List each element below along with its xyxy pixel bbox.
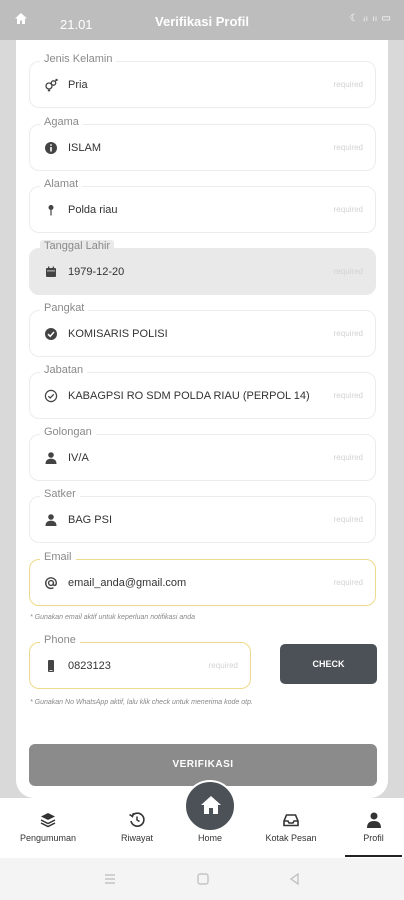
nav-item-history[interactable]: Riwayat: [105, 798, 169, 858]
location-pin-icon: [48, 205, 54, 216]
address-field[interactable]: Alamat Polda riau required: [29, 178, 376, 233]
email-hint: * Gunakan email aktif untuk keperluan no…: [30, 614, 195, 621]
nav-label: Home: [197, 833, 222, 843]
nav-label: Kotak Pesan: [265, 833, 317, 843]
religion-value: ISLAM: [68, 142, 102, 154]
status-bar: 21.01 Verifikasi Profil ☾ ᵢₗ ₗₗ ▭: [0, 0, 404, 40]
check-outline-icon: [44, 389, 58, 403]
active-tab-indicator: [345, 855, 402, 857]
email-field[interactable]: Email email_anda@gmail.com required: [29, 551, 376, 606]
person-icon: [45, 514, 57, 526]
nav-item-announcements[interactable]: Pengumuman: [10, 798, 86, 858]
gender-value: Pria: [68, 79, 88, 91]
nav-label: Riwayat: [120, 833, 153, 843]
history-icon: [129, 812, 145, 827]
nav-item-inbox[interactable]: Kotak Pesan: [255, 798, 327, 858]
field-label: Satker: [40, 488, 80, 500]
at-icon: [45, 577, 58, 590]
field-label: Jabatan: [40, 364, 88, 376]
field-label: Jenis Kelamin: [40, 53, 117, 65]
birthdate-field: Tanggal Lahir 1979-12-20 required: [29, 240, 376, 295]
field-label: Tanggal Lahir: [40, 240, 115, 252]
required-hint: required: [333, 578, 363, 587]
profile-icon: [366, 812, 381, 828]
required-hint: required: [333, 205, 363, 214]
field-label: Email: [40, 551, 76, 563]
field-label: Phone: [40, 634, 80, 646]
page-title: Verifikasi Profil: [155, 14, 249, 29]
nav-item-profile[interactable]: Profil: [345, 798, 402, 858]
rank-value: KOMISARIS POLISI: [68, 328, 168, 340]
phone-value: 0823123: [68, 660, 111, 672]
rank-field[interactable]: Pangkat KOMISARIS POLISI required: [29, 302, 376, 357]
birthdate-value: 1979-12-20: [68, 266, 125, 278]
nav-item-home[interactable]: [184, 780, 236, 832]
home-icon: [201, 796, 221, 814]
calendar-icon: [46, 266, 56, 277]
home-button-icon[interactable]: [195, 871, 211, 887]
info-icon: [45, 142, 57, 154]
work-unit-value: BAG PSI: [68, 514, 113, 526]
required-hint: required: [333, 143, 363, 152]
class-field[interactable]: Golongan IV/A required: [29, 426, 376, 481]
person-icon: [45, 452, 57, 464]
verify-button[interactable]: VERIFIKASI: [29, 744, 377, 786]
position-field[interactable]: Jabatan KABAGPSI RO SDM POLDA RIAU (PERP…: [29, 364, 376, 419]
back-icon[interactable]: [287, 871, 303, 887]
check-circle-icon: [45, 328, 57, 340]
layers-icon: [40, 813, 56, 828]
field-label: Agama: [40, 116, 83, 128]
email-value: email_anda@gmail.com: [68, 577, 187, 589]
gender-field[interactable]: Jenis Kelamin Pria required: [29, 53, 376, 108]
required-hint: required: [333, 391, 363, 400]
required-hint: required: [208, 661, 238, 670]
system-nav-bar: [0, 858, 404, 900]
required-hint: required: [333, 267, 363, 276]
phone-icon: [48, 660, 54, 672]
field-label: Golongan: [40, 426, 96, 438]
inbox-icon: [283, 814, 299, 827]
recent-apps-icon[interactable]: [102, 871, 118, 887]
phone-field[interactable]: Phone 0823123 required: [29, 634, 251, 689]
required-hint: required: [333, 515, 363, 524]
nav-label: Profil: [363, 833, 384, 843]
position-value: KABAGPSI RO SDM POLDA RIAU (PERPOL 14): [68, 390, 310, 402]
religion-field[interactable]: Agama ISLAM required: [29, 116, 376, 171]
class-value: IV/A: [68, 452, 89, 464]
gender-icon: [45, 78, 58, 92]
field-label: Pangkat: [40, 302, 89, 314]
check-button[interactable]: CHECK: [280, 644, 377, 684]
field-label: Alamat: [40, 178, 83, 190]
nav-label: Pengumuman: [19, 833, 77, 843]
system-status-icons: ☾ ᵢₗ ₗₗ ▭: [349, 13, 392, 24]
work-unit-field[interactable]: Satker BAG PSI required: [29, 488, 376, 543]
phone-hint: * Gunakan No WhatsApp aktif, lalu klik c…: [30, 699, 253, 706]
required-hint: required: [333, 80, 363, 89]
required-hint: required: [333, 453, 363, 462]
address-value: Polda riau: [68, 204, 118, 216]
required-hint: required: [333, 329, 363, 338]
